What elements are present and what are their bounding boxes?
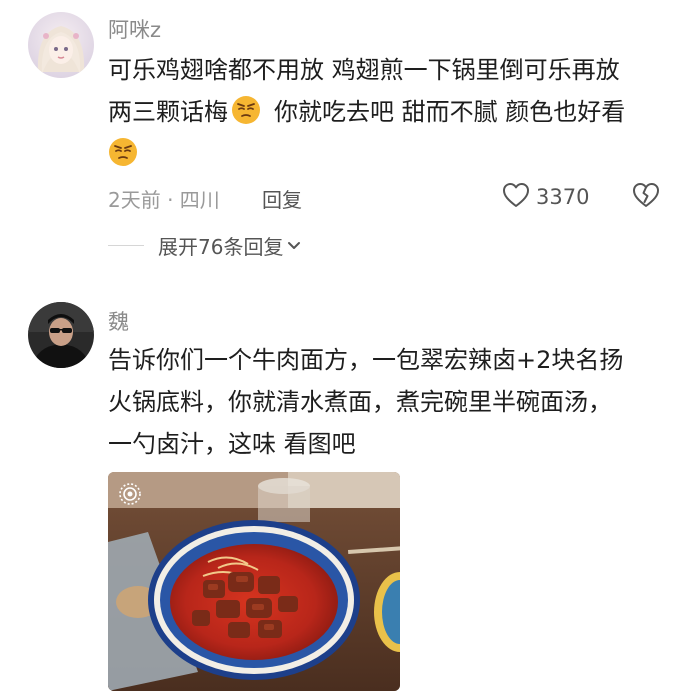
smirk-emoji-icon [231, 95, 261, 125]
avatar[interactable] [28, 302, 94, 368]
expand-replies-button[interactable]: 展开76条回复 [108, 231, 301, 260]
comment-username[interactable]: 魏 [108, 306, 129, 336]
comment-image[interactable] [108, 472, 400, 691]
comment-text-line: 一勺卤汁，这味 看图吧 [108, 426, 356, 462]
comment-text-line: 两三颗话梅 你就吃去吧 甜而不腻 颜色也好看 [108, 94, 625, 130]
heart-outline-icon [502, 182, 530, 212]
comment-text: 两三颗话梅 [108, 98, 228, 126]
comment-text: 一勺卤汁，这味 看图吧 [108, 430, 356, 458]
smirk-emoji-icon [108, 137, 138, 167]
comment-text: 可乐鸡翅啥都不用放 鸡翅煎一下锅里倒可乐再放 [108, 56, 620, 84]
chevron-down-icon [287, 241, 301, 251]
comment-text-line: 告诉你们一个牛肉面方，一包翠宏辣卤+2块名扬 [108, 342, 623, 378]
comment-text: 你就吃去吧 甜而不腻 颜色也好看 [274, 98, 626, 126]
comment-text: 火锅底料，你就清水煮面，煮完碗里半碗面汤， [108, 388, 612, 416]
comment-text-line: 火锅底料，你就清水煮面，煮完碗里半碗面汤， [108, 384, 612, 420]
comment-item: 阿咪z 可乐鸡翅啥都不用放 鸡翅煎一下锅里倒可乐再放 两三颗话梅 你就吃去吧 甜而… [0, 0, 690, 280]
avatar[interactable] [28, 12, 94, 78]
comment-text-line [108, 136, 141, 172]
comment-username[interactable]: 阿咪z [108, 14, 161, 44]
like-count: 3370 [536, 185, 590, 209]
comment-text: 告诉你们一个牛肉面方，一包翠宏辣卤+2块名扬 [108, 346, 624, 374]
expand-replies-label: 展开76条回复 [158, 235, 284, 259]
broken-heart-icon[interactable] [632, 182, 660, 212]
comment-timestamp: 2天前 · 四川 [108, 188, 220, 212]
like-button[interactable]: 3370 [502, 182, 589, 212]
reply-button[interactable]: 回复 [262, 184, 302, 213]
divider [108, 245, 144, 246]
live-photo-icon [118, 482, 142, 510]
comment-text-line: 可乐鸡翅啥都不用放 鸡翅煎一下锅里倒可乐再放 [108, 52, 620, 88]
